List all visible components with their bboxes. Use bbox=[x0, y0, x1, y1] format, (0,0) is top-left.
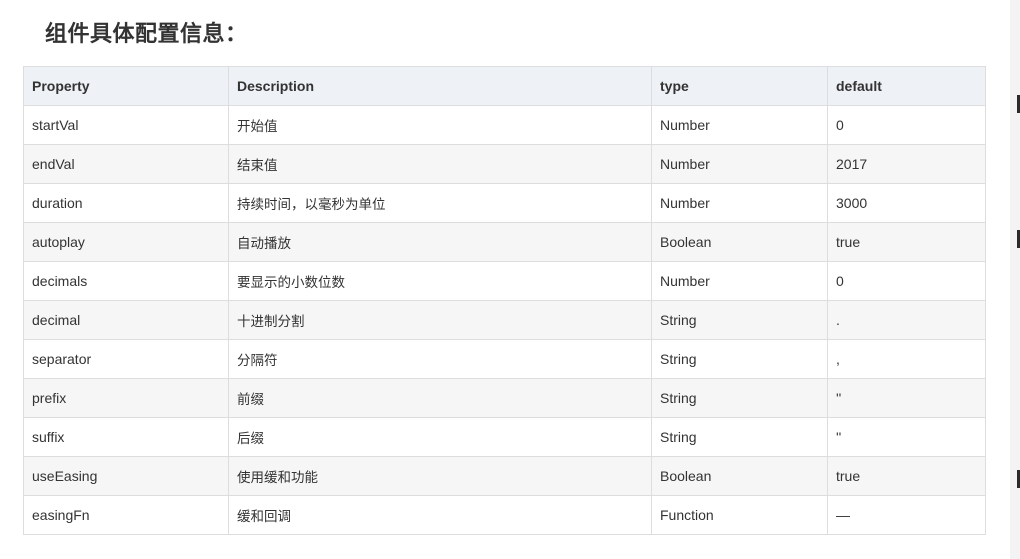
column-header-property: Property bbox=[23, 66, 229, 106]
cell-description: 后缀 bbox=[228, 417, 652, 457]
cell-type: String bbox=[651, 300, 828, 340]
cell-default: '' bbox=[827, 417, 986, 457]
cell-description: 分隔符 bbox=[228, 339, 652, 379]
cell-description: 自动播放 bbox=[228, 222, 652, 262]
cell-property: separator bbox=[23, 339, 229, 379]
cell-type: Boolean bbox=[651, 456, 828, 496]
column-header-default: default bbox=[827, 66, 986, 106]
cell-type: Number bbox=[651, 183, 828, 223]
cell-default: — bbox=[827, 495, 986, 535]
cell-type: Number bbox=[651, 144, 828, 184]
cell-property: duration bbox=[23, 183, 229, 223]
window-edge bbox=[1010, 0, 1020, 559]
cell-property: autoplay bbox=[23, 222, 229, 262]
cell-type: String bbox=[651, 378, 828, 418]
table-row: endVal 结束值 Number 2017 bbox=[23, 144, 986, 184]
table-row: separator 分隔符 String , bbox=[23, 339, 986, 379]
column-header-type: type bbox=[651, 66, 828, 106]
cell-default: 0 bbox=[827, 105, 986, 145]
table-row: prefix 前缀 String '' bbox=[23, 378, 986, 418]
table-row: useEasing 使用缓和功能 Boolean true bbox=[23, 456, 986, 496]
cell-type: Boolean bbox=[651, 222, 828, 262]
cell-property: decimals bbox=[23, 261, 229, 301]
cell-description: 持续时间，以毫秒为单位 bbox=[228, 183, 652, 223]
cell-type: Number bbox=[651, 105, 828, 145]
cell-property: startVal bbox=[23, 105, 229, 145]
cell-type: Number bbox=[651, 261, 828, 301]
table-header-row: Property Description type default bbox=[23, 66, 986, 106]
cell-default: . bbox=[827, 300, 986, 340]
column-header-description: Description bbox=[228, 66, 652, 106]
table-row: decimals 要显示的小数位数 Number 0 bbox=[23, 261, 986, 301]
cell-description: 要显示的小数位数 bbox=[228, 261, 652, 301]
cell-type: String bbox=[651, 417, 828, 457]
cell-default: 3000 bbox=[827, 183, 986, 223]
table-row: decimal 十进制分割 String . bbox=[23, 300, 986, 340]
cell-default: true bbox=[827, 222, 986, 262]
cell-default: '' bbox=[827, 378, 986, 418]
cell-type: String bbox=[651, 339, 828, 379]
cell-property: endVal bbox=[23, 144, 229, 184]
cell-description: 使用缓和功能 bbox=[228, 456, 652, 496]
cell-property: useEasing bbox=[23, 456, 229, 496]
page: 组件具体配置信息： Property Description type defa… bbox=[0, 0, 1020, 559]
cell-default: 2017 bbox=[827, 144, 986, 184]
cell-property: decimal bbox=[23, 300, 229, 340]
config-table: Property Description type default startV… bbox=[23, 66, 986, 535]
cell-description: 十进制分割 bbox=[228, 300, 652, 340]
table-row: autoplay 自动播放 Boolean true bbox=[23, 222, 986, 262]
cell-description: 缓和回调 bbox=[228, 495, 652, 535]
cell-property: suffix bbox=[23, 417, 229, 457]
table-row: easingFn 缓和回调 Function — bbox=[23, 495, 986, 535]
section-heading: 组件具体配置信息： bbox=[45, 22, 248, 47]
table-row: startVal 开始值 Number 0 bbox=[23, 105, 986, 145]
cell-type: Function bbox=[651, 495, 828, 535]
cell-description: 结束值 bbox=[228, 144, 652, 184]
cell-default: , bbox=[827, 339, 986, 379]
cell-default: true bbox=[827, 456, 986, 496]
cell-description: 开始值 bbox=[228, 105, 652, 145]
table-row: suffix 后缀 String '' bbox=[23, 417, 986, 457]
cell-property: easingFn bbox=[23, 495, 229, 535]
cell-property: prefix bbox=[23, 378, 229, 418]
cell-default: 0 bbox=[827, 261, 986, 301]
table-row: duration 持续时间，以毫秒为单位 Number 3000 bbox=[23, 183, 986, 223]
cell-description: 前缀 bbox=[228, 378, 652, 418]
